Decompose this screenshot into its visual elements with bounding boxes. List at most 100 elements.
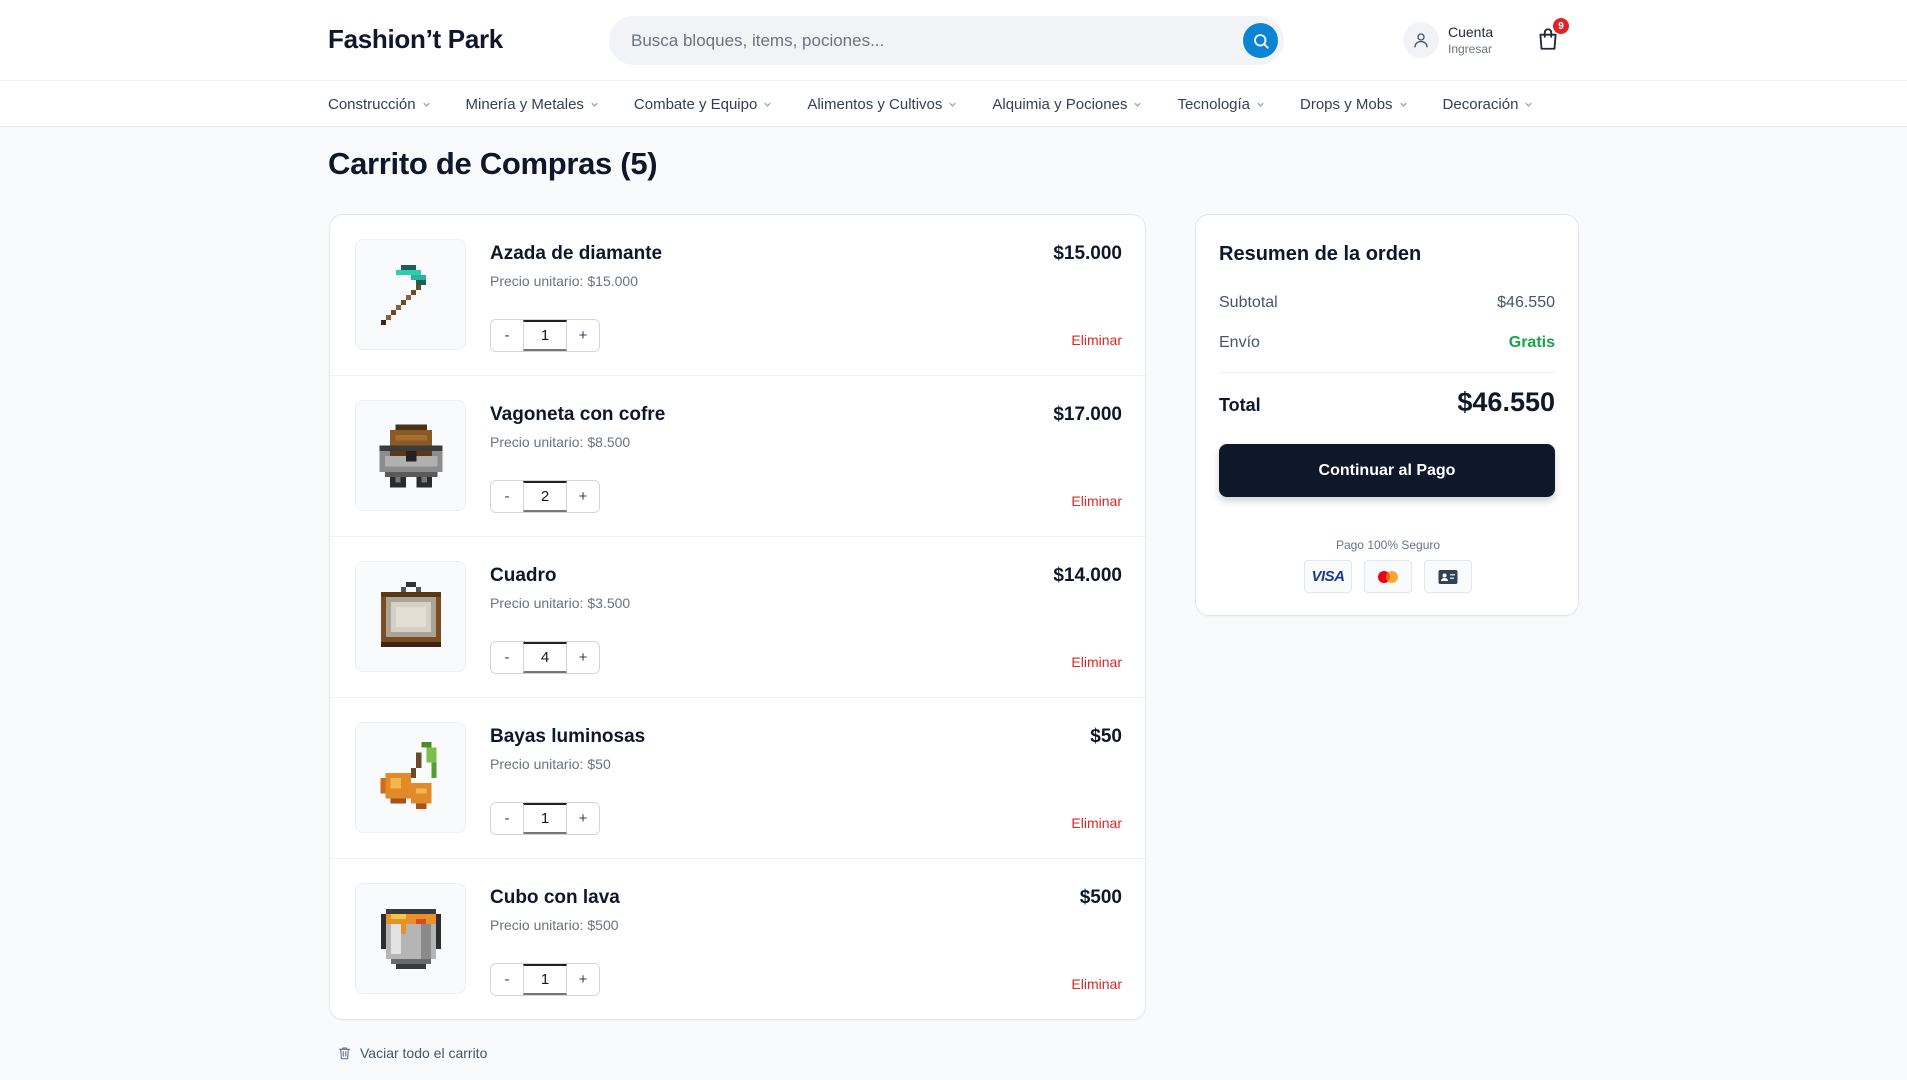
user-icon (1414, 33, 1428, 48)
quantity-input[interactable] (523, 964, 567, 995)
unit-price-label: Precio unitario: (490, 595, 584, 611)
remove-item-button[interactable]: Eliminar (1071, 493, 1122, 509)
quantity-input[interactable] (523, 481, 567, 512)
unit-price-value: $3.500 (587, 595, 631, 611)
site-header: Fashion’t Park Cuenta Ingresar 9 (0, 0, 1907, 81)
nav-item-construccion[interactable]: Construcción (328, 96, 431, 113)
unit-price-label: Precio unitario: (490, 434, 584, 450)
chevron-down-icon (763, 100, 772, 109)
quantity-input[interactable] (523, 320, 567, 351)
subtotal-label: Subtotal (1219, 294, 1278, 311)
nav-item-mineria[interactable]: Minería y Metales (466, 96, 599, 113)
payment-methods: VISA (1196, 560, 1580, 593)
product-name[interactable]: Bayas luminosas (490, 726, 645, 748)
id-card-icon (1424, 560, 1472, 593)
product-name[interactable]: Azada de diamante (490, 243, 662, 265)
unit-price-value: $50 (587, 756, 611, 772)
cart-item: Cubo con lava Precio unitario:$500 - + $… (330, 859, 1145, 1019)
remove-item-button[interactable]: Eliminar (1071, 815, 1122, 831)
remove-item-button[interactable]: Eliminar (1071, 654, 1122, 670)
remove-item-button[interactable]: Eliminar (1071, 976, 1122, 992)
nav-item-label: Minería y Metales (465, 95, 584, 113)
product-name[interactable]: Cuadro (490, 565, 557, 587)
search-bar (609, 16, 1284, 65)
cart-button[interactable]: 9 (1535, 18, 1569, 56)
chevron-down-icon (1399, 100, 1408, 109)
line-total: $15.000 (1053, 243, 1122, 264)
product-name[interactable]: Cubo con lava (490, 887, 620, 909)
quantity-stepper: - + (490, 480, 600, 513)
decrease-quantity-button[interactable]: - (491, 642, 523, 673)
product-thumbnail[interactable] (355, 400, 466, 511)
checkout-button[interactable]: Continuar al Pago (1219, 444, 1555, 497)
chevron-down-icon (590, 100, 599, 109)
account-button[interactable]: Cuenta Ingresar (1403, 20, 1513, 60)
unit-price-value: $8.500 (587, 434, 631, 450)
account-title: Cuenta (1448, 24, 1494, 40)
product-thumbnail[interactable] (355, 883, 466, 994)
chevron-down-icon (1256, 100, 1265, 109)
product-thumbnail[interactable] (355, 722, 466, 833)
product-name[interactable]: Vagoneta con cofre (490, 404, 665, 426)
nav-item-decoracion[interactable]: Decoración (1443, 96, 1534, 113)
quantity-input[interactable] (523, 642, 567, 673)
chevron-down-icon (948, 100, 957, 109)
cart-items-list: Azada de diamante Precio unitario: $15.00… (329, 214, 1146, 1020)
trash-icon (337, 1045, 352, 1061)
unit-price: Precio unitario: $8.500 (490, 434, 630, 450)
increase-quantity-button[interactable]: + (567, 803, 599, 834)
decrease-quantity-button[interactable]: - (491, 803, 523, 834)
clear-cart-label: Vaciar todo el carrito (360, 1045, 488, 1061)
decrease-quantity-button[interactable]: - (491, 320, 523, 351)
cart-count-badge: 9 (1553, 18, 1569, 34)
unit-price-label: Precio unitario: (490, 917, 584, 933)
unit-price: Precio unitario: $50 (490, 756, 611, 772)
cart-item: Azada de diamante Precio unitario: $15.00… (330, 215, 1145, 376)
quantity-stepper: - + (490, 641, 600, 674)
quantity-stepper: - + (490, 802, 600, 835)
search-button[interactable] (1243, 23, 1278, 58)
product-thumbnail[interactable] (355, 561, 466, 672)
unit-price-value: $500 (587, 917, 619, 933)
remove-item-button[interactable]: Eliminar (1071, 332, 1122, 348)
increase-quantity-button[interactable]: + (567, 320, 599, 351)
shipping-value: Gratis (1508, 334, 1555, 351)
secure-payment-label: Pago 100% Seguro (1335, 538, 1441, 552)
cart-item: Vagoneta con cofre Precio unitario: $8.50… (330, 376, 1145, 537)
line-total: $500 (1079, 887, 1122, 908)
order-summary: Resumen de la orden Subtotal $46.550 Env… (1195, 214, 1579, 616)
nav-item-combate[interactable]: Combate y Equipo (634, 96, 772, 113)
shipping-row: Envío Gratis (1219, 334, 1555, 352)
nav-item-alquimia[interactable]: Alquimia y Pociones (992, 96, 1142, 113)
unit-price-label: Precio unitario: (490, 756, 584, 772)
subtotal-value: $46.550 (1497, 294, 1555, 311)
account-text: Cuenta Ingresar (1448, 24, 1493, 56)
decrease-quantity-button[interactable]: - (491, 964, 523, 995)
increase-quantity-button[interactable]: + (567, 642, 599, 673)
avatar (1403, 22, 1439, 58)
nav-item-tecnologia[interactable]: Tecnología (1177, 96, 1265, 113)
decrease-quantity-button[interactable]: - (491, 481, 523, 512)
shipping-label: Envío (1219, 334, 1260, 351)
unit-price-label: Precio unitario: (490, 273, 584, 289)
quantity-input[interactable] (523, 803, 567, 834)
increase-quantity-button[interactable]: + (567, 481, 599, 512)
brand-logo[interactable]: Fashion’t Park (328, 24, 503, 55)
unit-price: Precio unitario: $500 (490, 917, 619, 933)
clear-cart-button[interactable]: Vaciar todo el carrito (337, 1045, 487, 1061)
nav-item-label: Alquimia y Pociones (992, 95, 1128, 113)
account-subtitle: Ingresar (1448, 42, 1493, 56)
nav-item-alimentos[interactable]: Alimentos y Cultivos (807, 96, 957, 113)
line-total: $17.000 (1053, 404, 1122, 425)
search-input[interactable] (631, 16, 1221, 65)
glow-berries-icon (379, 741, 437, 809)
product-thumbnail[interactable] (355, 239, 466, 350)
nav-item-label: Decoración (1442, 95, 1519, 113)
nav-item-label: Drops y Mobs (1300, 95, 1393, 113)
unit-price: Precio unitario: $3.500 (490, 595, 630, 611)
diamond-hoe-icon (380, 264, 426, 325)
increase-quantity-button[interactable]: + (567, 964, 599, 995)
lava-bucket-icon (380, 908, 441, 969)
nav-item-drops[interactable]: Drops y Mobs (1300, 96, 1408, 113)
total-value: $46.550 (1457, 387, 1555, 417)
